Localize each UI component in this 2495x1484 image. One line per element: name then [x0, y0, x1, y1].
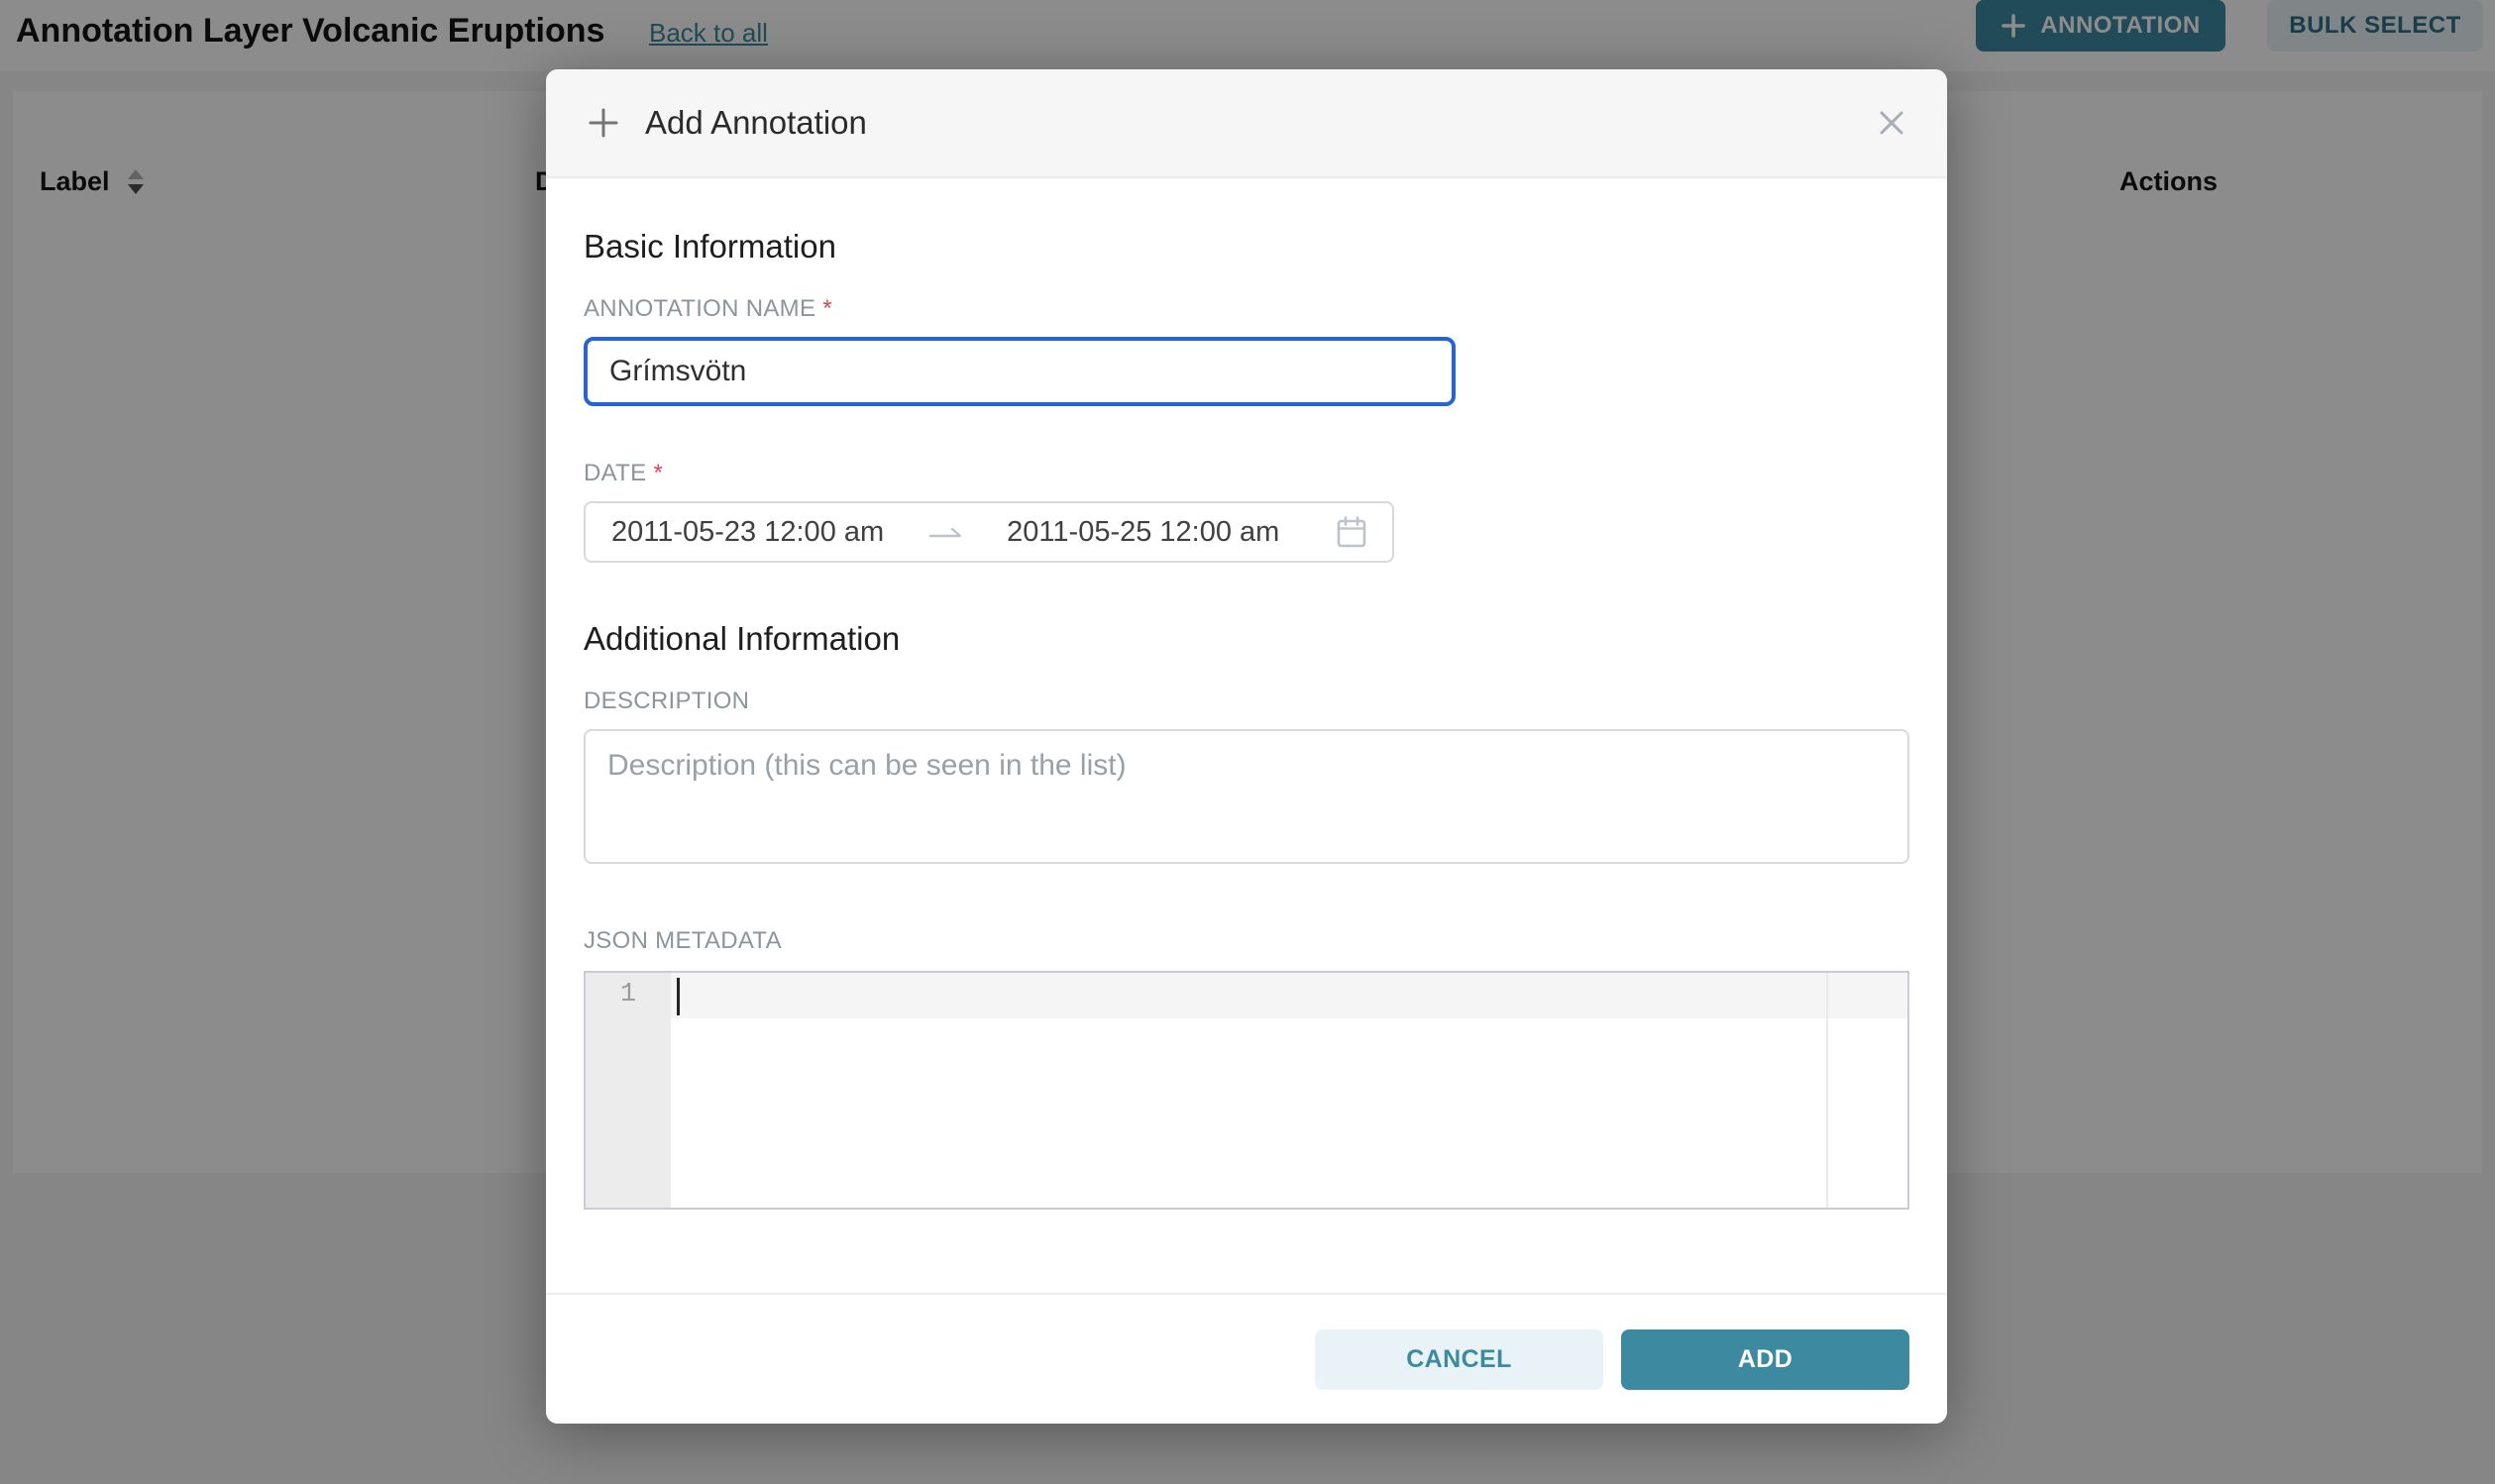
add-button[interactable]: ADD	[1621, 1329, 1909, 1390]
annotation-name-label: ANNOTATION NAME*	[584, 295, 1909, 323]
cancel-button[interactable]: CANCEL	[1315, 1329, 1603, 1390]
annotation-name-input[interactable]	[584, 337, 1456, 406]
close-icon	[1876, 107, 1907, 139]
json-metadata-editor[interactable]: 1	[584, 971, 1909, 1210]
editor-cursor	[677, 978, 680, 1015]
basic-information-heading: Basic Information	[584, 228, 1909, 265]
calendar-icon	[1337, 516, 1366, 549]
end-date-value[interactable]: 2011-05-25 12:00 am	[1007, 516, 1279, 549]
add-annotation-modal: Add Annotation Basic Information ANNOTAT…	[546, 69, 1947, 1424]
json-metadata-label: JSON METADATA	[584, 927, 1909, 955]
editor-active-line	[671, 973, 1907, 1018]
range-arrow-icon	[927, 522, 963, 542]
date-range-picker[interactable]: 2011-05-23 12:00 am 2011-05-25 12:00 am	[584, 501, 1394, 563]
modal-body: Basic Information ANNOTATION NAME* DATE*…	[546, 178, 1947, 1293]
start-date-value[interactable]: 2011-05-23 12:00 am	[611, 516, 884, 549]
date-label: DATE*	[584, 460, 1909, 487]
modal-title: Add Annotation	[645, 104, 867, 142]
close-button[interactable]	[1876, 107, 1907, 139]
modal-header: Add Annotation	[546, 69, 1947, 178]
editor-print-margin	[1826, 973, 1828, 1208]
modal-footer: CANCEL ADD	[546, 1293, 1947, 1424]
required-mark: *	[822, 295, 832, 322]
description-textarea[interactable]	[584, 729, 1909, 864]
description-label: DESCRIPTION	[584, 688, 1909, 715]
editor-line-number: 1	[586, 980, 671, 1009]
plus-icon	[586, 105, 621, 141]
additional-information-heading: Additional Information	[584, 620, 1909, 658]
required-mark: *	[653, 460, 663, 486]
